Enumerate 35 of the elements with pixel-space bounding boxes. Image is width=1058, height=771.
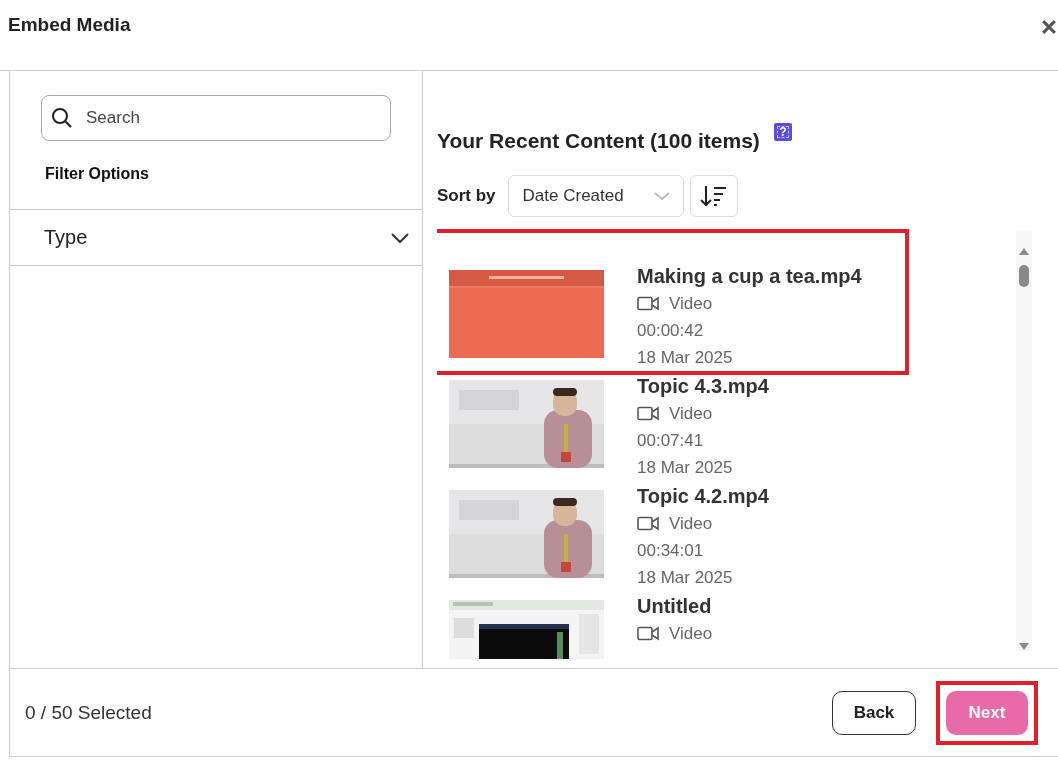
- media-type: Video: [669, 293, 713, 315]
- media-date: 18 Mar 2025: [637, 457, 734, 479]
- media-duration: 00:34:01: [637, 540, 705, 562]
- scrollbar[interactable]: [1016, 231, 1032, 651]
- media-title: Topic 4.2.mp4: [637, 484, 769, 509]
- media-type: Video: [669, 623, 713, 645]
- sort-descending-icon: [699, 184, 728, 208]
- media-type: Video: [669, 513, 713, 535]
- media-title: Untitled: [637, 594, 713, 619]
- sort-order-button[interactable]: [689, 175, 738, 217]
- video-camera-icon: [637, 516, 659, 531]
- media-type: Video: [669, 403, 713, 425]
- media-duration: 00:00:42: [637, 320, 705, 342]
- media-title: Making a cup a tea.mp4: [637, 264, 862, 289]
- search-field[interactable]: Search: [41, 95, 391, 141]
- window-title: Embed Media: [8, 14, 131, 36]
- filter-accordion[interactable]: Type: [10, 210, 422, 266]
- media-date: 18 Mar 2025: [637, 567, 734, 589]
- sort-label: Sort by: [437, 186, 496, 206]
- content-heading: Your Recent Content (100 items): [437, 129, 760, 153]
- media-date: 18 Mar 2025: [637, 347, 734, 369]
- search-icon: [51, 107, 73, 129]
- video-camera-icon: [637, 626, 659, 641]
- media-title: Topic 4.3.mp4: [637, 374, 769, 399]
- media-duration: 00:07:41: [637, 430, 705, 452]
- close-icon[interactable]: [1042, 20, 1056, 34]
- selected-count: 0 / 50 Selected: [25, 701, 152, 724]
- filter-options-heading: Filter Options: [45, 165, 150, 183]
- chevron-icon: [652, 191, 671, 201]
- sort-dropdown[interactable]: Date Created: [507, 175, 684, 217]
- video-camera-icon: [637, 296, 659, 311]
- video-camera-icon: [637, 406, 659, 421]
- help-icon[interactable]: ?: [773, 123, 792, 141]
- chevron-icon: [390, 231, 410, 244]
- back-button[interactable]: Back: [832, 690, 916, 735]
